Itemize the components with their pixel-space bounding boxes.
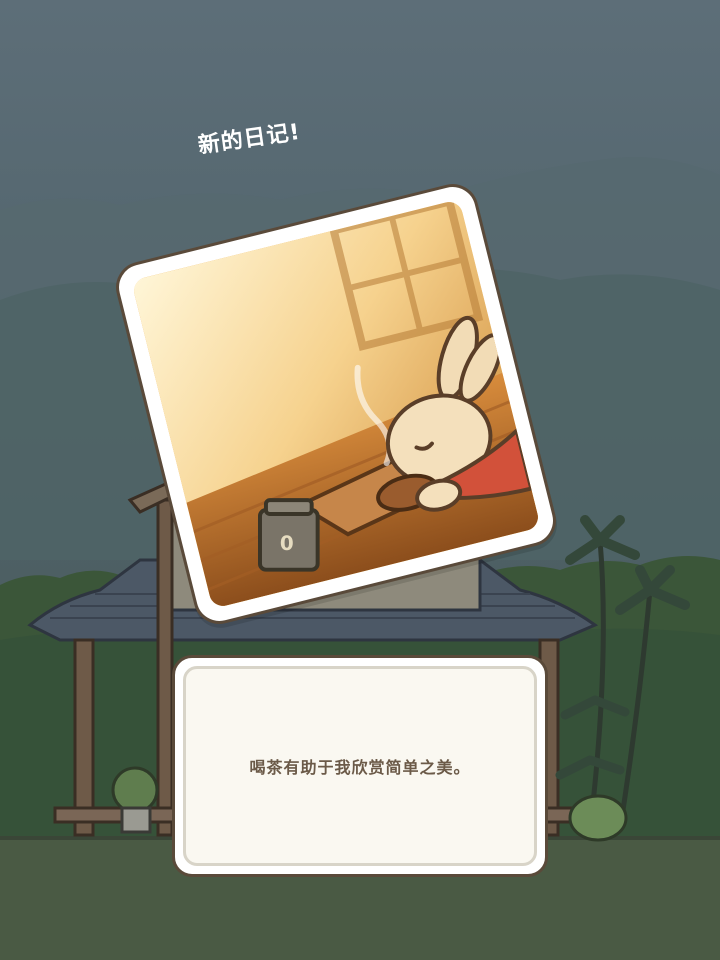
game-scene[interactable]: 新的日记! 0 喝茶有助于我欣赏简单之美。	[0, 0, 720, 960]
house-post-left	[73, 638, 95, 837]
diary-photo: 0	[131, 199, 541, 609]
round-bush	[568, 794, 628, 842]
tea-can-label: 0	[280, 532, 294, 555]
diary-text-inner: 喝茶有助于我欣赏简单之美。	[183, 666, 537, 866]
diary-text-box[interactable]: 喝茶有助于我欣赏简单之美。	[172, 655, 548, 877]
house-post-mid	[156, 498, 174, 837]
tea-can: 0	[257, 498, 320, 572]
diary-entry-text: 喝茶有助于我欣赏简单之美。	[249, 758, 471, 777]
potted-plant	[111, 766, 159, 814]
